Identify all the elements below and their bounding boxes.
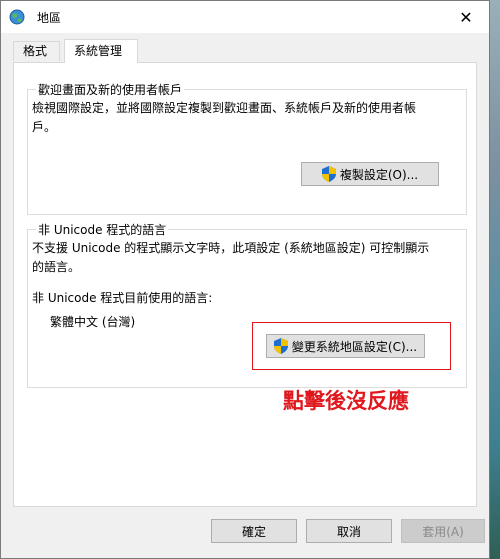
annotation-highlight-box (252, 322, 451, 370)
non-unicode-description: 不支援 Unicode 的程式顯示文字時，此項設定 (系統地區設定) 可控制顯示… (32, 241, 430, 274)
non-unicode-group-title: 非 Unicode 程式的語言 (36, 221, 169, 238)
copy-settings-button[interactable]: 複製設定(O)... (301, 162, 439, 186)
window-title: 地區 (37, 11, 62, 25)
copy-settings-label: 複製設定(O)... (339, 167, 419, 182)
tab-formats[interactable]: 格式 (13, 41, 60, 61)
current-language-value: 繁體中文 (台灣) (50, 315, 136, 329)
welcome-group-title: 歡迎畫面及新的使用者帳戶 (36, 81, 185, 98)
tab-administrative[interactable]: 系統管理 (64, 39, 138, 63)
title-bar: 地區 ✕ (1, 1, 489, 33)
globe-icon (9, 9, 25, 25)
cancel-button[interactable]: 取消 (306, 519, 392, 543)
apply-button[interactable]: 套用(A) (401, 519, 485, 543)
annotation-text: 點擊後沒反應 (283, 389, 409, 413)
region-dialog: 地區 ✕ 格式 系統管理 歡迎畫面及新的使用者帳戶 檢視國際設定，並將國際設定複… (0, 0, 490, 559)
uac-shield-icon (321, 166, 336, 182)
ok-button[interactable]: 確定 (211, 519, 297, 543)
tab-panel-administrative: 歡迎畫面及新的使用者帳戶 檢視國際設定，並將國際設定複製到歡迎畫面、系統帳戶及新… (13, 62, 477, 507)
welcome-group: 歡迎畫面及新的使用者帳戶 檢視國際設定，並將國際設定複製到歡迎畫面、系統帳戶及新… (27, 81, 467, 215)
welcome-description: 檢視國際設定，並將國際設定複製到歡迎畫面、系統帳戶及新的使用者帳戶。 (32, 101, 417, 134)
close-icon[interactable]: ✕ (443, 1, 489, 33)
current-language-label: 非 Unicode 程式目前使用的語言: (32, 291, 213, 305)
desktop-wallpaper-right (490, 0, 500, 559)
